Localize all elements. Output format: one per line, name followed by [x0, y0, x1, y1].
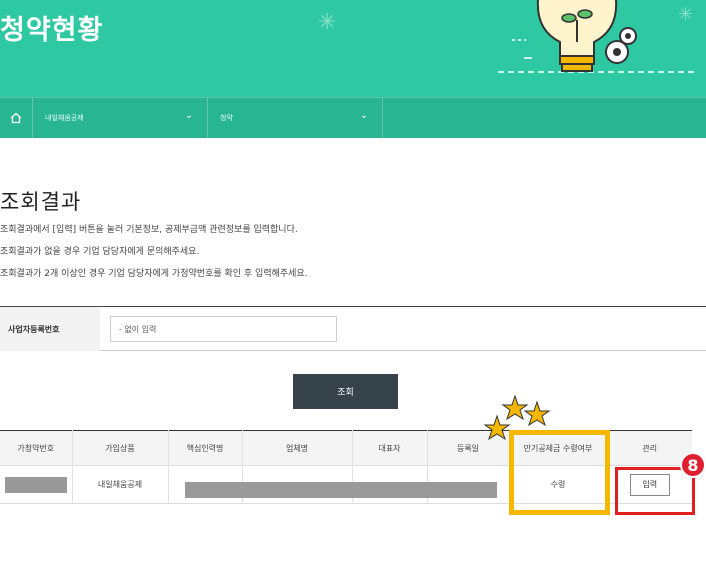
result-desc-3: 조회결과가 2개 이상인 경우 기업 담당자에게 가청약번호를 확인 후 입력해…: [0, 269, 308, 279]
col-header-manage: 관리: [607, 430, 692, 466]
nav-dropdown-subscription[interactable]: 청약 ⌄: [208, 98, 383, 138]
result-desc-2: 조회결과가 없을 경우 기업 담당자에게 문의해주세요.: [0, 247, 200, 257]
result-desc-1: 조회결과에서 [입력] 버튼을 눌러 기본정보, 공제부금액 관련정보를 입력합…: [0, 225, 298, 235]
home-button[interactable]: [0, 98, 33, 138]
page-title: 청약현황: [0, 15, 104, 46]
nav-dropdown-subscription-label: 청약: [220, 114, 233, 122]
col-header-product: 가입상품: [72, 430, 169, 466]
col-header-company: 업체명: [242, 430, 353, 466]
col-header-representative: 대표자: [352, 430, 428, 466]
business-number-input[interactable]: [110, 316, 337, 342]
search-button[interactable]: 조회: [293, 374, 398, 409]
result-heading: 조회결과: [0, 190, 82, 214]
lightbulb-illustration-icon: [498, 0, 698, 73]
header-banner: 청약현황 ✳ ✳: [0, 0, 706, 97]
sparkle-icon: ✳: [318, 10, 337, 35]
chevron-down-icon: ⌄: [359, 110, 368, 121]
nav-dropdown-product[interactable]: 내일채움공제 ⌄: [33, 98, 208, 138]
cell-provisional-no: [0, 465, 73, 504]
col-header-provisional-no: 가청약번호: [0, 430, 73, 466]
home-icon: [10, 112, 22, 124]
search-form: 사업자등록번호: [0, 306, 706, 351]
receipt-highlight: [509, 430, 610, 515]
col-header-key-staff: 핵심인력명: [168, 430, 243, 466]
cell-product: 내일채움공제: [72, 465, 169, 504]
business-number-label: 사업자등록번호: [0, 307, 100, 351]
redacted-value: [4, 476, 67, 493]
nav-dropdown-product-label: 내일채움공제: [45, 114, 84, 122]
location-nav: 내일채움공제 ⌄ 청약 ⌄: [0, 97, 706, 138]
chevron-down-icon: ⌄: [184, 110, 193, 121]
redacted-value: [185, 482, 497, 498]
step-badge: 8: [680, 452, 706, 478]
